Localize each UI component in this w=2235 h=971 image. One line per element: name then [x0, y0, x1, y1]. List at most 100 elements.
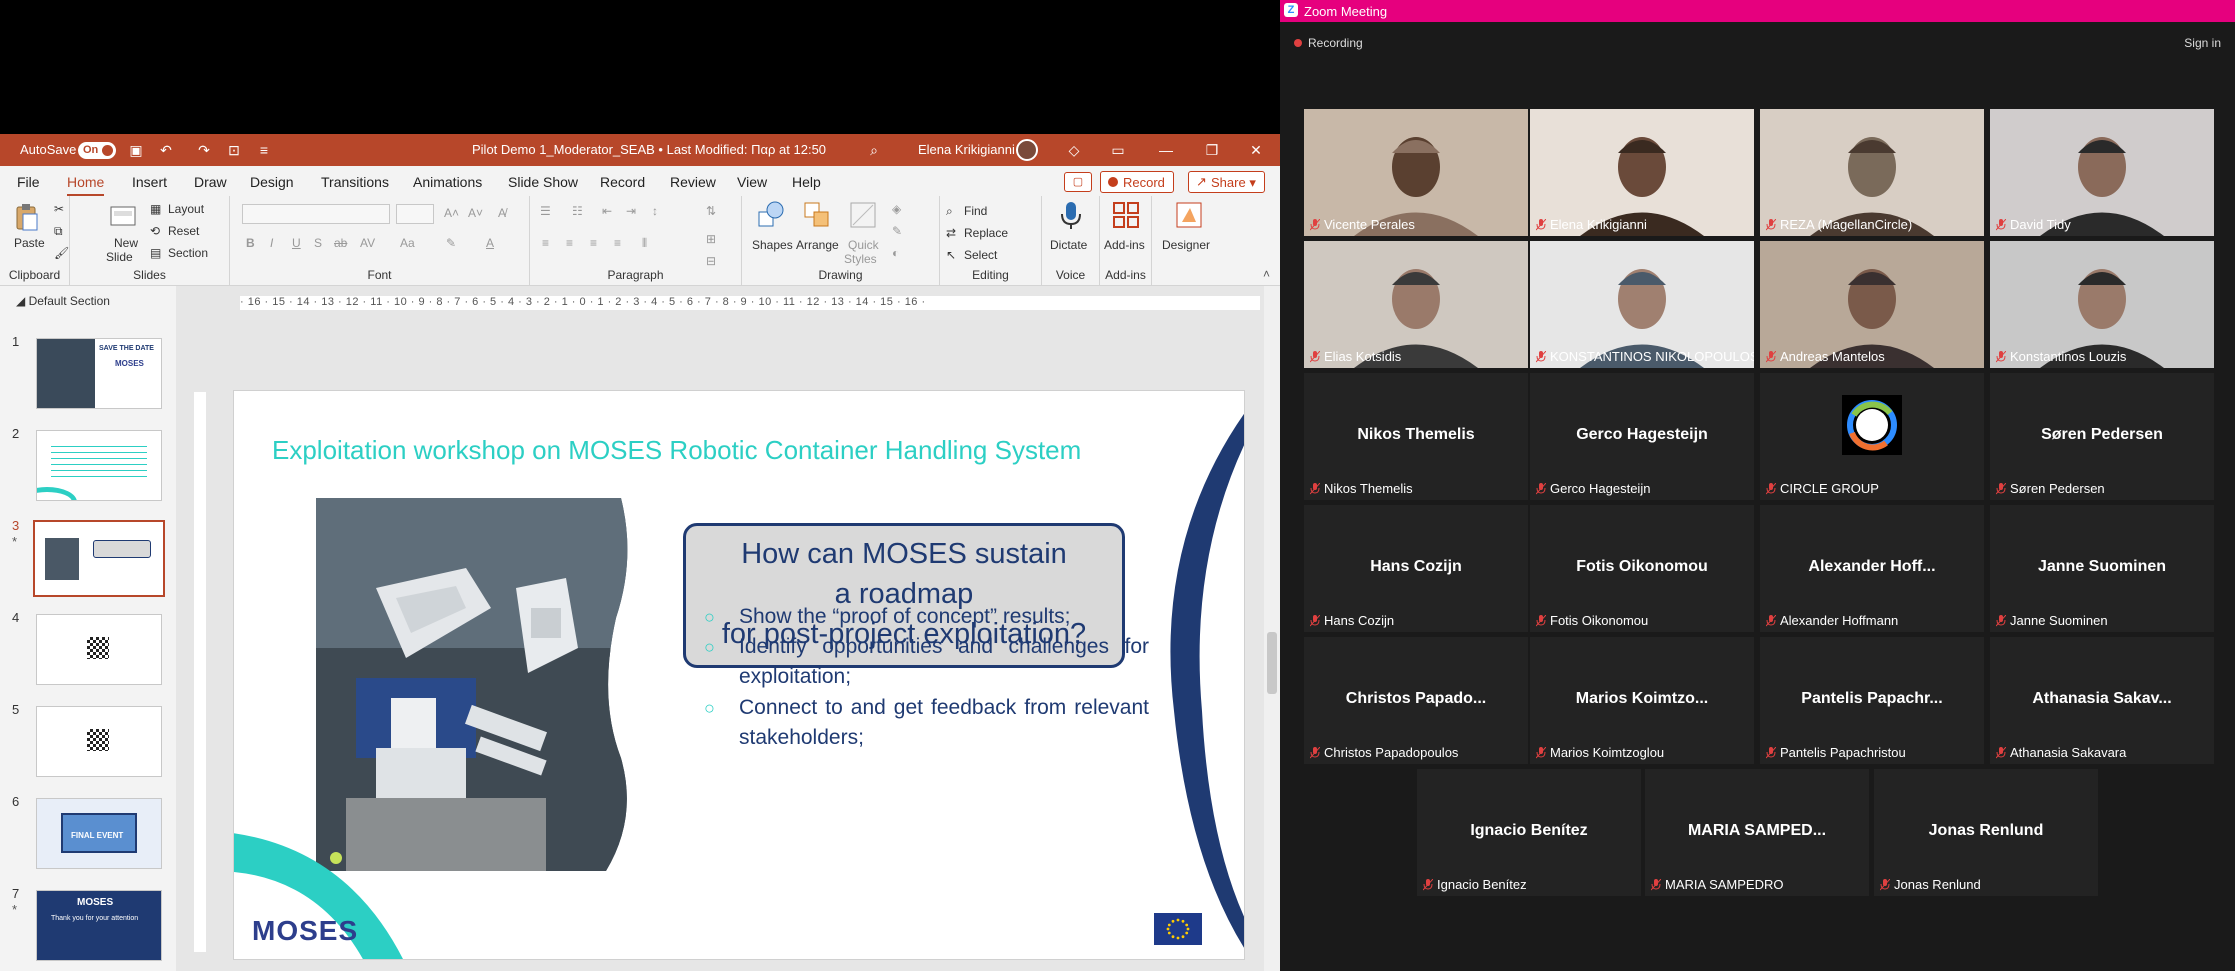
tab-view[interactable]: View: [737, 174, 767, 190]
participant-video-tile[interactable]: Andreas Mantelos: [1760, 241, 1984, 368]
shape-outline-icon[interactable]: ✎: [892, 224, 902, 238]
shrink-font-icon[interactable]: A˅: [468, 206, 483, 220]
font-size-select[interactable]: [396, 204, 434, 224]
tab-file[interactable]: File: [17, 174, 40, 190]
font-family-select[interactable]: [242, 204, 390, 224]
quick-styles-icon[interactable]: [848, 200, 878, 230]
tab-design[interactable]: Design: [250, 174, 294, 190]
highlight-icon[interactable]: ✎: [446, 236, 456, 250]
justify-icon[interactable]: ≡: [614, 236, 621, 250]
format-painter-icon[interactable]: 🖌: [54, 246, 69, 260]
participant-video-tile[interactable]: Vicente Perales: [1304, 109, 1528, 236]
replace-button[interactable]: Replace: [964, 226, 1008, 240]
align-right-icon[interactable]: ≡: [590, 236, 597, 250]
minimize-icon[interactable]: —: [1158, 142, 1174, 158]
record-button[interactable]: Record: [1100, 171, 1174, 193]
italic-icon[interactable]: I: [270, 236, 273, 250]
smartart-icon[interactable]: ⊟: [706, 254, 716, 268]
new-slide-label2[interactable]: Slide: [106, 250, 133, 264]
slide-thumbnail-5[interactable]: [36, 706, 162, 777]
slide-thumbnail-6[interactable]: FINAL EVENT: [36, 798, 162, 869]
numbering-icon[interactable]: ☷: [572, 204, 583, 218]
participant-tile[interactable]: Christos Papado... Christos Papadopoulos: [1304, 637, 1528, 764]
bullets-icon[interactable]: ☰: [540, 204, 551, 218]
styles-label[interactable]: Styles: [844, 252, 877, 266]
grow-font-icon[interactable]: A˄: [444, 206, 459, 220]
participant-tile[interactable]: Gerco Hagesteijn Gerco Hagesteijn: [1530, 373, 1754, 500]
align-center-icon[interactable]: ≡: [566, 236, 573, 250]
arrange-label[interactable]: Arrange: [796, 238, 839, 252]
change-case-icon[interactable]: Aa: [400, 236, 415, 250]
quick-label[interactable]: Quick: [848, 238, 879, 252]
shadow-icon[interactable]: S: [314, 236, 322, 250]
align-left-icon[interactable]: ≡: [542, 236, 549, 250]
cut-icon[interactable]: ✂: [54, 202, 64, 216]
redo-icon[interactable]: ↷: [196, 142, 212, 158]
new-slide-label[interactable]: New: [114, 236, 138, 250]
ribbon-display-icon[interactable]: ▭: [1110, 142, 1126, 158]
maximize-icon[interactable]: ❐: [1204, 142, 1220, 158]
strikethrough-icon[interactable]: ab: [334, 236, 347, 250]
line-spacing-icon[interactable]: ↕: [652, 204, 658, 218]
participant-tile[interactable]: Athanasia Sakav... Athanasia Sakavara: [1990, 637, 2214, 764]
tab-review[interactable]: Review: [670, 174, 716, 190]
scroll-thumb[interactable]: [1267, 632, 1277, 694]
increase-indent-icon[interactable]: ⇥: [626, 204, 636, 218]
underline-icon[interactable]: U: [292, 236, 301, 250]
microphone-icon[interactable]: [1056, 200, 1086, 230]
slide-thumbnail-3[interactable]: [33, 520, 165, 597]
shapes-label[interactable]: Shapes: [752, 238, 793, 252]
layout-button[interactable]: Layout: [168, 202, 204, 216]
participant-video-tile[interactable]: REZA (MagellanCircle): [1760, 109, 1984, 236]
tab-animations[interactable]: Animations: [413, 174, 482, 190]
participant-tile[interactable]: Fotis Oikonomou Fotis Oikonomou: [1530, 505, 1754, 632]
tab-help[interactable]: Help: [792, 174, 821, 190]
participant-tile[interactable]: Pantelis Papachr... Pantelis Papachristou: [1760, 637, 1984, 764]
font-color-icon[interactable]: A: [486, 236, 494, 250]
participant-tile[interactable]: Ignacio Benítez Ignacio Benítez: [1417, 769, 1641, 896]
participant-tile[interactable]: MARIA SAMPED... MARIA SAMPEDRO: [1645, 769, 1869, 896]
participant-tile[interactable]: Søren Pedersen Søren Pedersen: [1990, 373, 2214, 500]
participant-tile[interactable]: Nikos Themelis Nikos Themelis: [1304, 373, 1528, 500]
tab-slide-show[interactable]: Slide Show: [508, 174, 578, 190]
find-button[interactable]: Find: [964, 204, 987, 218]
document-title[interactable]: Pilot Demo 1_Moderator_SEAB • Last Modif…: [472, 142, 826, 157]
columns-icon[interactable]: ⫴: [642, 236, 647, 251]
addins-label[interactable]: Add-ins: [1104, 238, 1145, 252]
tab-insert[interactable]: Insert: [132, 174, 167, 190]
participant-tile[interactable]: Marios Koimtzo... Marios Koimtzoglou: [1530, 637, 1754, 764]
present-icon[interactable]: ⊡: [226, 142, 242, 158]
shape-fill-icon[interactable]: ◈: [892, 202, 901, 216]
user-avatar[interactable]: [1016, 139, 1038, 161]
slide-thumbnail-4[interactable]: [36, 614, 162, 685]
designer-label[interactable]: Designer: [1162, 238, 1210, 252]
participant-video-tile[interactable]: KONSTANTINOS NIKOLOPOULOS: [1530, 241, 1754, 368]
select-button[interactable]: Select: [964, 248, 997, 262]
slide-thumbnail-2[interactable]: [36, 430, 162, 501]
participant-tile[interactable]: Alexander Hoff... Alexander Hoffmann: [1760, 505, 1984, 632]
align-text-icon[interactable]: ⊞: [706, 232, 716, 246]
participant-tile[interactable]: Janne Suominen Janne Suominen: [1990, 505, 2214, 632]
slide-thumbnail-1[interactable]: SAVE THE DATE MOSES: [36, 338, 162, 409]
close-icon[interactable]: ✕: [1248, 142, 1264, 158]
diamond-icon[interactable]: ◇: [1066, 142, 1082, 158]
new-slide-icon[interactable]: [108, 202, 138, 232]
designer-icon[interactable]: [1174, 200, 1204, 230]
section-button[interactable]: Section: [168, 246, 208, 260]
comments-icon[interactable]: ▢: [1064, 172, 1092, 192]
participant-tile[interactable]: Hans Cozijn Hans Cozijn: [1304, 505, 1528, 632]
autosave-toggle[interactable]: On: [78, 142, 116, 159]
slide-thumbnail-7[interactable]: MOSES Thank you for your attention: [36, 890, 162, 961]
collapse-ribbon-icon[interactable]: ˄: [1263, 267, 1270, 281]
tab-transitions[interactable]: Transitions: [321, 174, 389, 190]
participant-video-tile[interactable]: David Tidy: [1990, 109, 2214, 236]
user-name[interactable]: Elena Krikigianni: [918, 142, 1015, 157]
reset-button[interactable]: Reset: [168, 224, 199, 238]
participant-video-tile[interactable]: Elena Krikigianni: [1530, 109, 1754, 236]
shapes-icon[interactable]: [756, 200, 786, 230]
dictate-label[interactable]: Dictate: [1050, 238, 1087, 252]
paste-label[interactable]: Paste: [14, 236, 45, 250]
paste-icon[interactable]: [12, 202, 42, 232]
tab-home[interactable]: Home: [67, 174, 105, 197]
tab-record[interactable]: Record: [600, 174, 645, 190]
